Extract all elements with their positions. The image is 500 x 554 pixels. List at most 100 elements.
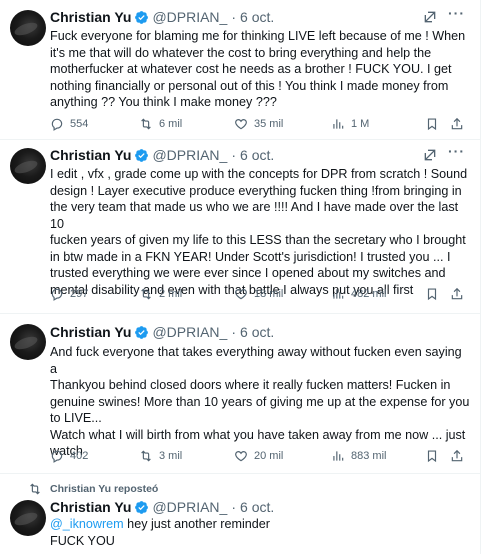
bookmark-button[interactable] xyxy=(425,117,445,131)
author-name[interactable]: Christian Yu xyxy=(50,324,131,340)
tweet-text-line: it's me that will do whatever the cost t… xyxy=(50,45,432,60)
more-icon[interactable]: ··· xyxy=(448,6,466,24)
tweet-text-line: trusted everything we were ever since I … xyxy=(50,266,446,280)
reply-count: 297 xyxy=(70,288,89,300)
repost-button[interactable]: 2 mil xyxy=(139,287,182,301)
tweet-actions: 554 6 mil 35 mil 1 M xyxy=(50,117,466,135)
tweet-text-line: I edit , vfx , grade come up with the co… xyxy=(50,167,468,181)
like-button[interactable]: 35 mil xyxy=(234,117,283,131)
tweet-actions: 402 3 mil 20 mil 883 mil xyxy=(50,449,466,467)
bookmark-icon xyxy=(427,450,437,463)
grok-icon[interactable] xyxy=(422,147,438,163)
tweet-timestamp[interactable]: 6 oct. xyxy=(240,9,274,25)
share-button[interactable] xyxy=(450,449,470,463)
views-button[interactable]: 1 M xyxy=(331,117,369,131)
views-count: 1 M xyxy=(351,118,370,130)
bookmark-button[interactable] xyxy=(425,287,445,301)
tweet[interactable]: Christian Yu @DPRIAN_ · 6 oct. ··· Fuck … xyxy=(0,0,480,140)
share-button[interactable] xyxy=(450,287,470,301)
separator-dot: · xyxy=(231,324,237,340)
share-button[interactable] xyxy=(450,117,470,131)
share-icon xyxy=(451,117,463,130)
tweet-text: And fuck everyone that takes everything … xyxy=(50,344,470,460)
tweet-timestamp[interactable]: 6 oct. xyxy=(240,147,274,163)
tweet-text-line: to LIVE... xyxy=(50,411,102,425)
tweet-actions: 297 2 mil 18 mil 482 mil xyxy=(50,287,466,305)
like-button[interactable]: 18 mil xyxy=(234,287,283,301)
author-handle[interactable]: @DPRIAN_ xyxy=(152,147,227,163)
like-icon xyxy=(235,289,247,300)
repost-icon xyxy=(141,118,151,130)
bookmark-icon xyxy=(427,288,437,301)
reply-icon xyxy=(51,118,63,131)
tweet-text-line: And fuck everyone that takes everything … xyxy=(50,345,462,376)
verified-badge-icon xyxy=(135,148,149,162)
tweet[interactable]: Christian Yu @DPRIAN_ · 6 oct. And fuck … xyxy=(0,314,480,474)
tweet-text: I edit , vfx , grade come up with the co… xyxy=(50,166,470,298)
scrollbar[interactable] xyxy=(480,0,500,554)
tweet-text-line: Thankyou behind closed doors where it re… xyxy=(50,378,451,392)
tweet-header: Christian Yu @DPRIAN_ · 6 oct. xyxy=(50,146,274,164)
author-handle[interactable]: @DPRIAN_ xyxy=(152,324,227,340)
tweet-text-line: Watch what I will birth from what you ha… xyxy=(50,427,466,442)
avatar[interactable] xyxy=(10,500,46,536)
reply-icon xyxy=(51,288,63,301)
tweet[interactable]: Christian Yu @DPRIAN_ · 6 oct. @_iknowre… xyxy=(0,498,480,554)
reply-count: 402 xyxy=(70,450,89,462)
verified-badge-icon xyxy=(135,500,149,514)
tweet-text-line: design ! Layer executive produce everyth… xyxy=(50,183,462,198)
share-icon xyxy=(451,287,463,300)
tweet-text-line: motherfucker at whatever cost he needs a… xyxy=(50,62,452,76)
avatar[interactable] xyxy=(10,10,46,46)
tweet-timestamp[interactable]: 6 oct. xyxy=(240,499,274,515)
author-handle[interactable]: @DPRIAN_ xyxy=(152,9,227,25)
like-button[interactable]: 20 mil xyxy=(234,449,283,463)
tweet-text-line: fucken years of given my life to this LE… xyxy=(50,233,466,247)
tweet-text: Fuck everyone for blaming me for thinkin… xyxy=(50,28,470,111)
verified-badge-icon xyxy=(135,325,149,339)
repost-count: 2 mil xyxy=(159,288,183,300)
author-name[interactable]: Christian Yu xyxy=(50,147,131,163)
grok-icon[interactable] xyxy=(422,9,438,25)
separator-dot: · xyxy=(231,147,237,163)
tweet-text-span: hey just another reminder xyxy=(123,517,270,531)
reply-icon xyxy=(51,450,63,463)
reply-button[interactable]: 554 xyxy=(50,117,88,131)
repost-icon xyxy=(141,450,151,462)
mention-link[interactable]: @_iknowrem xyxy=(50,517,124,531)
author-name[interactable]: Christian Yu xyxy=(50,499,131,515)
tweet-timestamp[interactable]: 6 oct. xyxy=(240,324,274,340)
repost-button[interactable]: 3 mil xyxy=(139,449,182,463)
repost-context-label: Christian Yu reposteó xyxy=(50,483,159,495)
tweet[interactable]: Christian Yu @DPRIAN_ · 6 oct. ··· I edi… xyxy=(0,140,480,314)
repost-icon xyxy=(141,288,151,300)
tweet-header: Christian Yu @DPRIAN_ · 6 oct. xyxy=(50,8,274,26)
verified-badge-icon xyxy=(135,10,149,24)
tweet-text-line: the very team that made us who we are !!… xyxy=(50,200,459,231)
author-name[interactable]: Christian Yu xyxy=(50,9,131,25)
more-icon[interactable]: ··· xyxy=(448,144,466,162)
tweet-text-line: in btw made in a FKN YEAR! Under Scott's… xyxy=(50,249,451,264)
tweet-header: Christian Yu @DPRIAN_ · 6 oct. xyxy=(50,323,274,341)
tweet-text-line: Fuck everyone for blaming me for thinkin… xyxy=(50,29,466,43)
views-icon xyxy=(333,451,344,461)
bookmark-button[interactable] xyxy=(425,449,445,463)
views-icon xyxy=(333,119,344,129)
author-handle[interactable]: @DPRIAN_ xyxy=(152,499,227,515)
tweet-text-line: FUCK YOU xyxy=(50,533,115,548)
reply-button[interactable]: 297 xyxy=(50,287,88,301)
repost-context[interactable]: Christian Yu reposteó xyxy=(10,481,158,497)
like-count: 35 mil xyxy=(254,118,284,130)
repost-icon xyxy=(30,483,40,495)
like-icon xyxy=(235,451,247,462)
repost-button[interactable]: 6 mil xyxy=(139,117,182,131)
views-button[interactable]: 482 mil xyxy=(331,287,386,301)
tweet-text-line: anything ?? You think I make money ??? xyxy=(50,95,277,109)
reply-button[interactable]: 402 xyxy=(50,449,88,463)
avatar[interactable] xyxy=(10,148,46,184)
share-icon xyxy=(451,449,463,462)
views-button[interactable]: 883 mil xyxy=(331,449,386,463)
tweet-text-line: nothing financially or personal out of t… xyxy=(50,78,449,93)
avatar[interactable] xyxy=(10,324,46,360)
separator-dot: · xyxy=(231,499,237,515)
